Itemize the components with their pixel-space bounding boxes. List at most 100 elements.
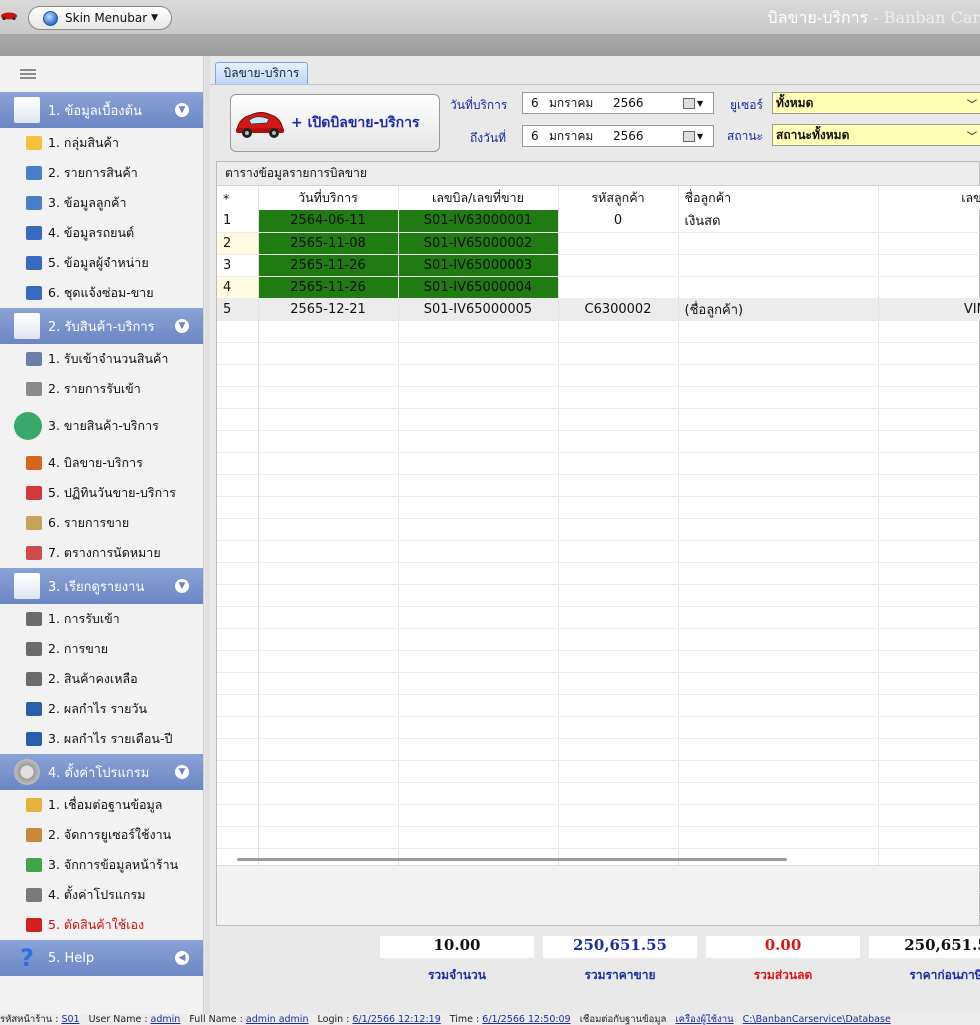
date-to-picker[interactable]: 6 มกราคม 2566 ▼ xyxy=(522,125,714,147)
grid-cell-vin[interactable]: - xyxy=(878,276,980,299)
empty-row[interactable] xyxy=(217,782,980,805)
sidebar-item-1-1[interactable]: 1. กลุ่มสินค้า xyxy=(0,128,203,158)
sidebar-item-1-5[interactable]: 5. ข้อมูลผู้จำหน่าย xyxy=(0,248,203,278)
empty-row[interactable] xyxy=(217,628,980,651)
grid-cell-cust-name[interactable] xyxy=(678,232,879,255)
grid-cell-vin[interactable]: - xyxy=(878,232,980,255)
grid-cell-bill[interactable] xyxy=(398,782,559,805)
grid-cell-bill[interactable] xyxy=(398,606,559,629)
grid-cell-vin[interactable] xyxy=(878,672,980,695)
grid-cell-vin[interactable] xyxy=(878,804,980,827)
sidebar-item-3-4[interactable]: 2. ผลกำไร รายวัน xyxy=(0,694,203,724)
grid-cell-date[interactable] xyxy=(258,826,399,849)
grid-cell-n[interactable] xyxy=(217,452,259,475)
grid-cell-cust-id[interactable] xyxy=(558,650,679,673)
status-fullname-value[interactable]: admin admin xyxy=(246,1014,309,1025)
sidebar-item-1-6[interactable]: 6. ชุดแจ้งซ่อม-ขาย xyxy=(0,278,203,308)
grid-cell-vin[interactable] xyxy=(878,364,980,387)
empty-row[interactable] xyxy=(217,562,980,585)
grid-cell-cust-name[interactable] xyxy=(678,738,879,761)
grid-cell-cust-name[interactable]: (ชื่อลูกค้า) xyxy=(678,298,879,321)
sidebar-section-1[interactable]: 1. ข้อมูลเบื้องต้น ▼ xyxy=(0,92,203,128)
grid-column-header[interactable]: เลขตัวถัง xyxy=(878,186,980,210)
table-row[interactable]: 5 2565-12-21 S01-IV65000005 C6300002 (ชื่อลู… xyxy=(217,298,980,321)
date-from-picker[interactable]: 6 มกราคม 2566 ▼ xyxy=(522,92,714,114)
sidebar-item-2-6[interactable]: 6. รายการขาย xyxy=(0,508,203,538)
grid-cell-cust-id[interactable] xyxy=(558,672,679,695)
sidebar-item-3-2[interactable]: 2. การขาย xyxy=(0,634,203,664)
grid-cell-vin[interactable] xyxy=(878,430,980,453)
grid-cell-cust-name[interactable] xyxy=(678,386,879,409)
empty-row[interactable] xyxy=(217,540,980,563)
grid-cell-cust-name[interactable] xyxy=(678,782,879,805)
sidebar-item-1-4[interactable]: 4. ข้อมูลรถยนต์ xyxy=(0,218,203,248)
grid-cell-cust-id[interactable] xyxy=(558,408,679,431)
grid-cell-vin[interactable]: - xyxy=(878,254,980,277)
grid-cell-date[interactable] xyxy=(258,738,399,761)
grid-cell-cust-id[interactable] xyxy=(558,628,679,651)
grid-cell-vin[interactable] xyxy=(878,518,980,541)
grid-cell-date[interactable] xyxy=(258,606,399,629)
status-login-value[interactable]: 6/1/2566 12:12:19 xyxy=(352,1014,440,1025)
grid-cell-cust-name[interactable] xyxy=(678,540,879,563)
empty-row[interactable] xyxy=(217,320,980,343)
grid-cell-vin[interactable] xyxy=(878,716,980,739)
grid-cell-n[interactable]: 5 xyxy=(217,298,259,321)
sidebar-item-3-5[interactable]: 3. ผลกำไร รายเดือน-ปี xyxy=(0,724,203,754)
grid-cell-cust-name[interactable]: เงินสด xyxy=(678,210,879,233)
grid-cell-cust-id[interactable] xyxy=(558,430,679,453)
sidebar-item-3-3[interactable]: 2. สินค้าคงเหลือ xyxy=(0,664,203,694)
status-select[interactable]: สถานะทั้งหมด ﹀ xyxy=(772,124,980,146)
grid-cell-cust-id[interactable] xyxy=(558,738,679,761)
grid-cell-cust-name[interactable] xyxy=(678,254,879,277)
grid-cell-cust-id[interactable] xyxy=(558,276,679,299)
grid-cell-date[interactable] xyxy=(258,386,399,409)
grid-cell-date[interactable] xyxy=(258,562,399,585)
grid-cell-cust-name[interactable] xyxy=(678,452,879,475)
grid-cell-date[interactable] xyxy=(258,430,399,453)
grid-cell-vin[interactable] xyxy=(878,694,980,717)
grid-cell-cust-id[interactable] xyxy=(558,342,679,365)
grid-cell-vin[interactable] xyxy=(878,782,980,805)
status-shop-value[interactable]: S01 xyxy=(61,1014,79,1025)
grid-cell-cust-id[interactable] xyxy=(558,254,679,277)
grid-cell-cust-name[interactable] xyxy=(678,562,879,585)
sidebar-section-2[interactable]: 2. รับสินค้า-บริการ ▼ xyxy=(0,308,203,344)
grid-cell-vin[interactable]: - xyxy=(878,210,980,233)
grid-cell-cust-name[interactable] xyxy=(678,694,879,717)
grid-cell-cust-id[interactable] xyxy=(558,232,679,255)
grid-cell-cust-id[interactable]: C6300002 xyxy=(558,298,679,321)
grid-cell-bill[interactable] xyxy=(398,430,559,453)
grid-cell-cust-name[interactable] xyxy=(678,430,879,453)
grid-cell-date[interactable] xyxy=(258,672,399,695)
empty-row[interactable] xyxy=(217,518,980,541)
grid-cell-bill[interactable] xyxy=(398,474,559,497)
empty-row[interactable] xyxy=(217,804,980,827)
sidebar-item-2-3[interactable]: 3. ขายสินค้า-บริการ xyxy=(0,404,203,448)
grid-column-header[interactable]: ชื่อลูกค้า xyxy=(678,186,879,210)
empty-row[interactable] xyxy=(217,474,980,497)
empty-row[interactable] xyxy=(217,342,980,365)
grid-cell-vin[interactable] xyxy=(878,540,980,563)
grid-cell-bill[interactable] xyxy=(398,826,559,849)
status-time-value[interactable]: 6/1/2566 12:50:09 xyxy=(482,1014,570,1025)
grid-cell-cust-name[interactable] xyxy=(678,276,879,299)
grid-cell-vin[interactable] xyxy=(878,738,980,761)
grid-cell-bill[interactable]: S01-IV65000003 xyxy=(398,254,559,277)
grid-cell-n[interactable] xyxy=(217,408,259,431)
grid-cell-cust-id[interactable] xyxy=(558,606,679,629)
grid-cell-n[interactable] xyxy=(217,606,259,629)
sidebar-section-3[interactable]: 3. เรียกดูรายงาน ▼ xyxy=(0,568,203,604)
grid-cell-cust-id[interactable] xyxy=(558,760,679,783)
grid-cell-date[interactable] xyxy=(258,716,399,739)
grid-cell-n[interactable]: 3 xyxy=(217,254,259,277)
grid-cell-cust-id[interactable] xyxy=(558,386,679,409)
user-select[interactable]: ทั้งหมด ﹀ xyxy=(772,92,980,114)
empty-row[interactable] xyxy=(217,496,980,519)
grid-column-header[interactable]: รหัสลูกค้า xyxy=(558,186,679,210)
empty-row[interactable] xyxy=(217,826,980,849)
grid-cell-bill[interactable]: S01-IV65000002 xyxy=(398,232,559,255)
grid-cell-cust-name[interactable] xyxy=(678,496,879,519)
grid-cell-n[interactable] xyxy=(217,782,259,805)
sidebar-item-3-1[interactable]: 1. การรับเข้า xyxy=(0,604,203,634)
